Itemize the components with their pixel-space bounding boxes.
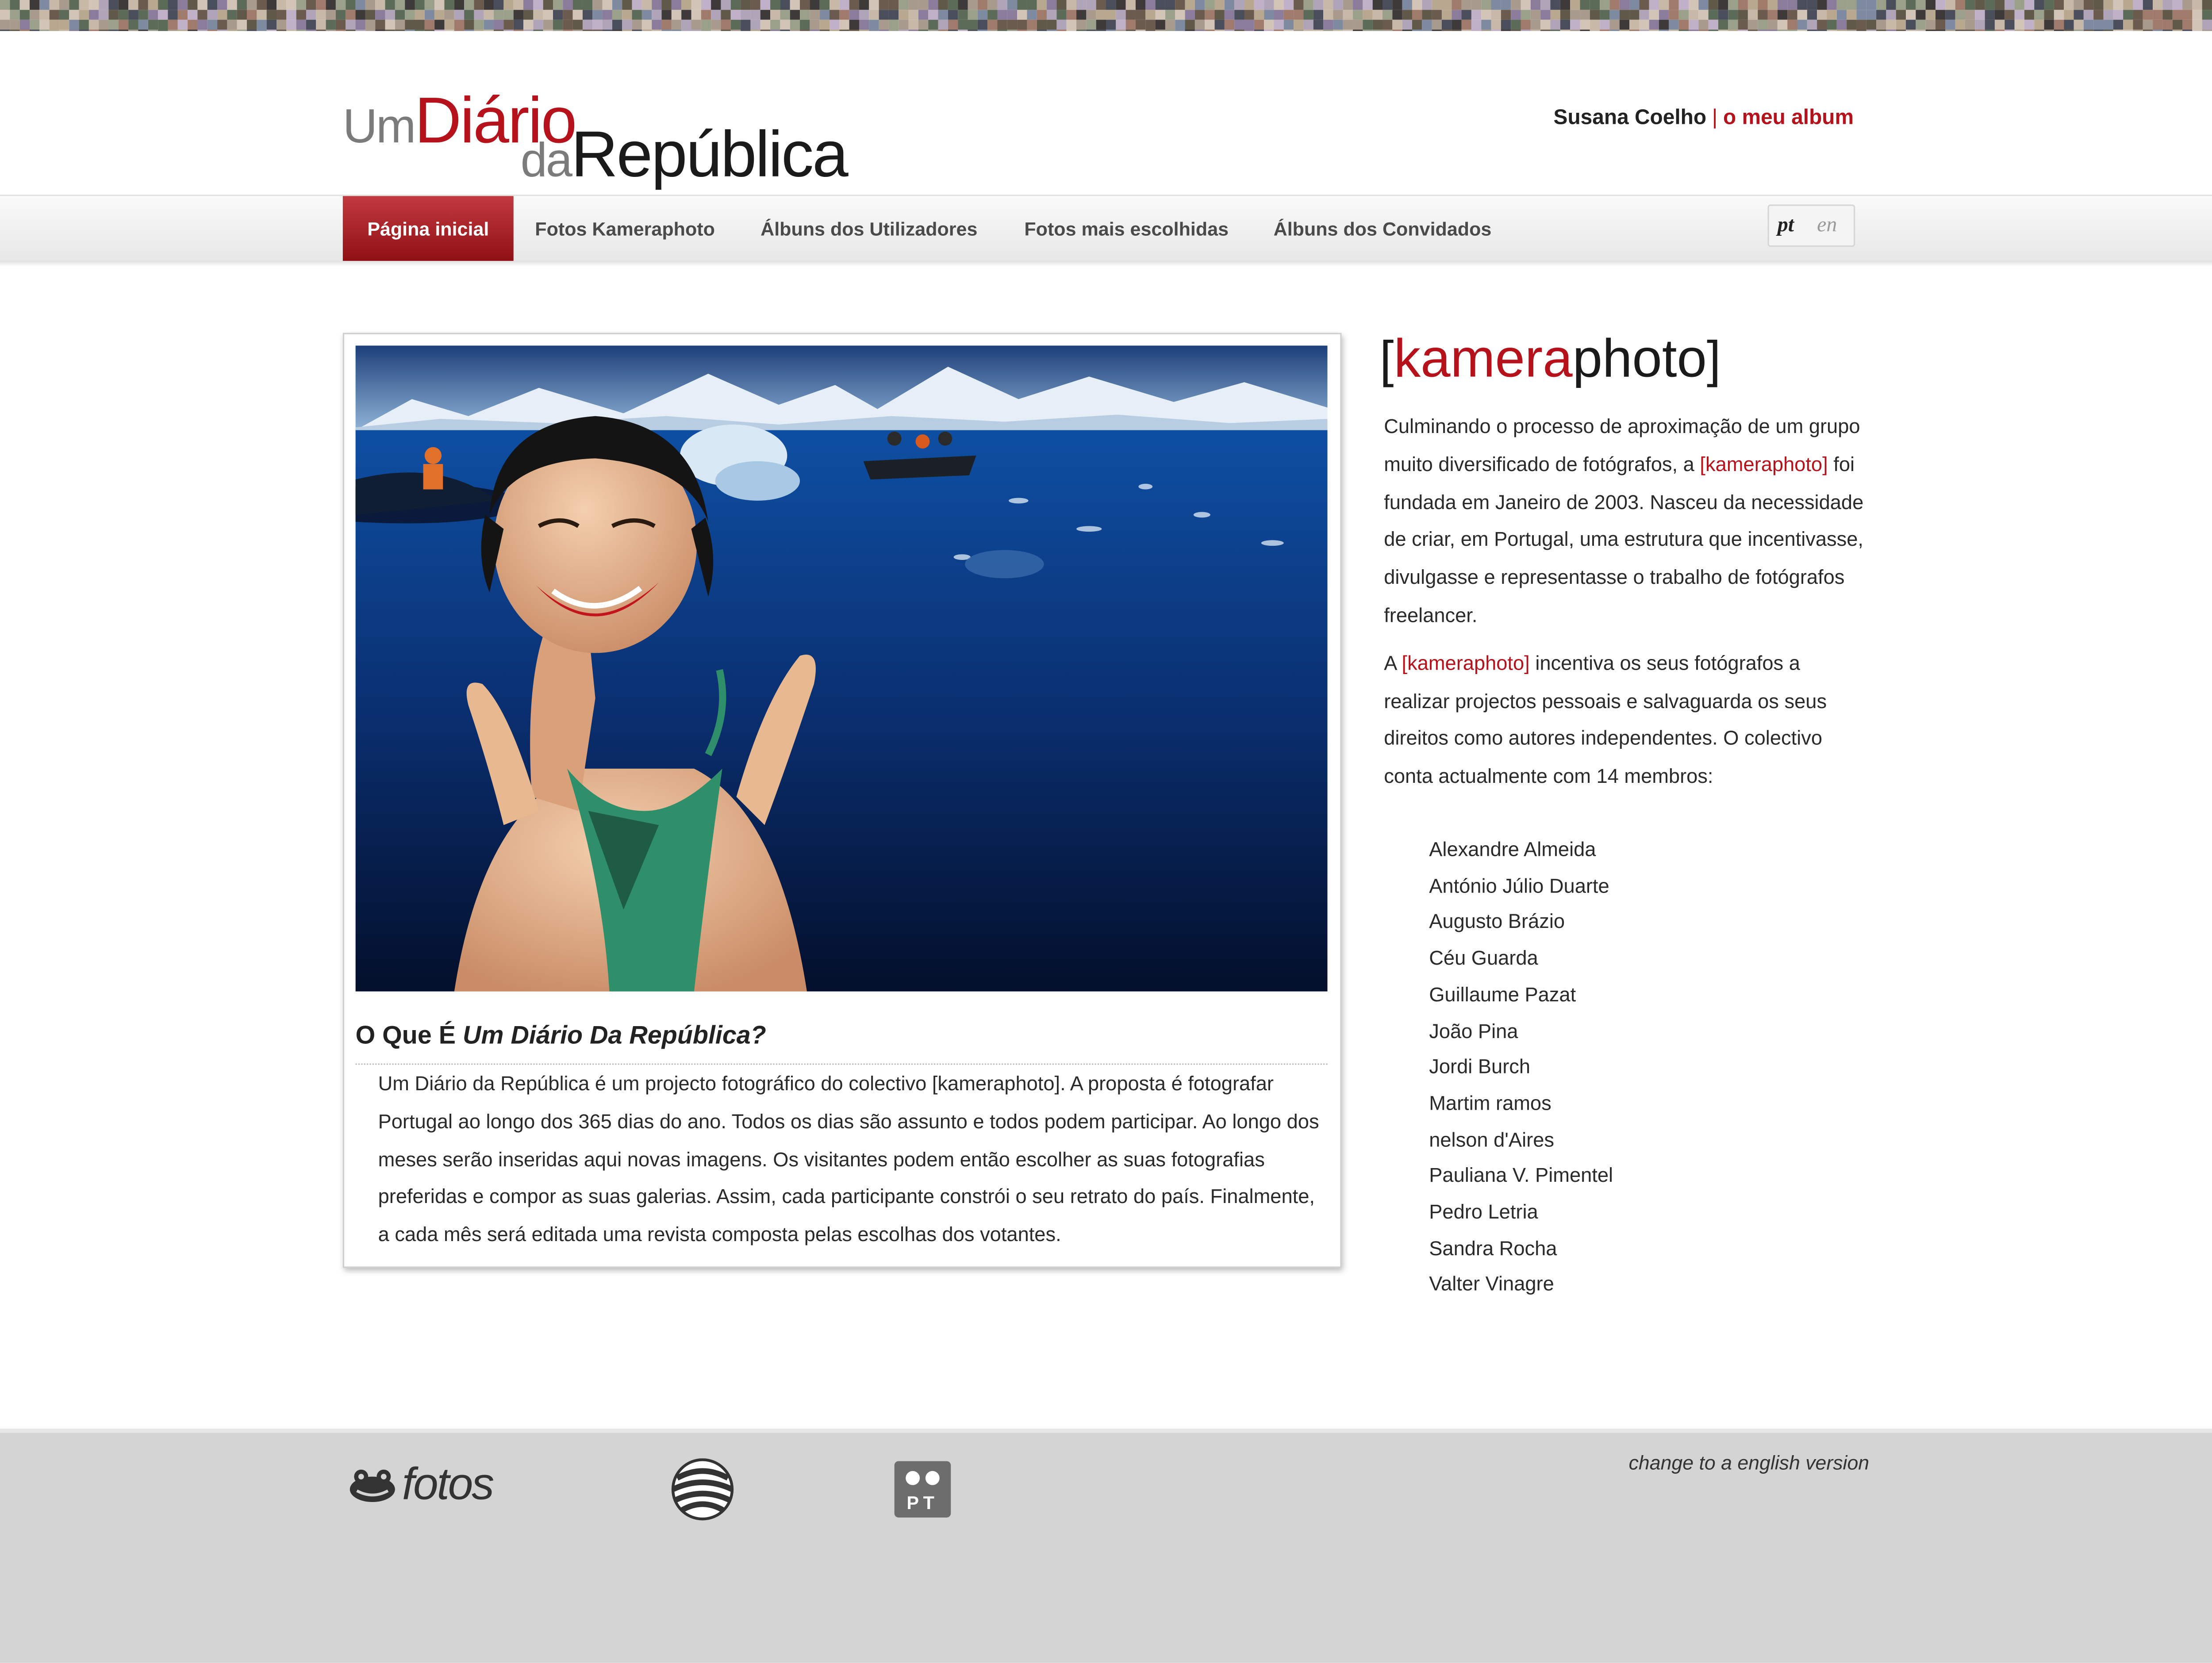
member-item[interactable]: Céu Guarda xyxy=(1429,942,1613,978)
fotos-label: fotos xyxy=(402,1458,494,1509)
member-item[interactable]: Guillaume Pazat xyxy=(1429,978,1613,1015)
logo-part-republica: República xyxy=(571,117,849,191)
member-item[interactable]: Valter Vinagre xyxy=(1429,1268,1613,1305)
header-mosaic-strip xyxy=(0,0,2212,31)
card-title-italic: Um Diário Da República? xyxy=(463,1021,766,1050)
user-box: Susana Coelho | o meu album xyxy=(1554,106,1854,130)
card-title: O Que É Um Diário Da República? xyxy=(355,1021,1328,1065)
member-item[interactable]: António Júlio Duarte xyxy=(1429,870,1613,906)
pt-badge-label: PT xyxy=(906,1492,938,1513)
member-item[interactable]: João Pina xyxy=(1429,1015,1613,1051)
nav-item-fotos-kameraphoto[interactable]: Fotos Kameraphoto xyxy=(519,196,730,261)
nav-item-fotos-mais-escolhidas[interactable]: Fotos mais escolhidas xyxy=(1010,196,1243,261)
user-separator: | xyxy=(1712,106,1718,130)
kameraphoto-logo-open-bracket: [ xyxy=(1379,330,1394,388)
frog-icon xyxy=(349,1469,395,1502)
member-item[interactable]: Alexandre Almeida xyxy=(1429,834,1613,870)
about-paragraph-2: A [kameraphoto] incentiva os seus fotógr… xyxy=(1384,646,1863,797)
kameraphoto-logo-red: kamera xyxy=(1394,330,1573,390)
about-section: Culminando o processo de aproximação de … xyxy=(1384,409,1863,807)
user-name: Susana Coelho xyxy=(1553,106,1707,130)
my-album-link[interactable]: o meu album xyxy=(1723,106,1854,130)
member-item[interactable]: Pauliana V. Pimentel xyxy=(1429,1160,1613,1196)
nav-item-albuns-utilizadores[interactable]: Álbuns dos Utilizadores xyxy=(743,196,995,261)
english-version-link[interactable]: change to a english version xyxy=(1629,1451,1870,1474)
lang-pt-link[interactable]: pt xyxy=(1778,206,1794,245)
kameraphoto-link[interactable]: [kameraphoto] xyxy=(1402,653,1530,675)
member-item[interactable]: Pedro Letria xyxy=(1429,1196,1613,1232)
pt-badge-icon[interactable]: PT xyxy=(894,1461,951,1518)
member-item[interactable]: nelson d'Aires xyxy=(1429,1123,1613,1160)
logo-part-um: Um xyxy=(342,100,416,154)
nav-item-pagina-inicial[interactable]: Página inicial xyxy=(342,196,514,261)
featured-photo[interactable] xyxy=(355,345,1328,992)
nav-item-albuns-convidados[interactable]: Álbuns dos Convidados xyxy=(1260,196,1505,261)
kameraphoto-link[interactable]: [kameraphoto] xyxy=(1700,454,1828,476)
page: UmDiário daRepública Susana Coelho | o meu… xyxy=(0,0,2212,1663)
member-item[interactable]: Jordi Burch xyxy=(1429,1051,1613,1087)
project-description: Um Diário da República é um projecto fot… xyxy=(378,1073,1319,1247)
member-item[interactable]: Martim ramos xyxy=(1429,1087,1613,1123)
member-item[interactable]: Augusto Brázio xyxy=(1429,906,1613,942)
nav-shadow xyxy=(0,261,2212,267)
partner-logo-icon[interactable] xyxy=(668,1458,736,1521)
card-title-prefix: O Que É xyxy=(355,1021,456,1050)
member-list: Alexandre Almeida António Júlio Duarte A… xyxy=(1429,834,1613,1305)
kameraphoto-logo-close-bracket: ] xyxy=(1706,330,1721,388)
logo-part-da: da xyxy=(520,134,572,188)
member-item[interactable]: Sandra Rocha xyxy=(1429,1232,1613,1268)
kameraphoto-logo[interactable]: [kameraphoto] xyxy=(1380,333,1721,387)
main-nav: Página inicial Fotos Kameraphoto Álbuns … xyxy=(0,195,2212,263)
about-p1-text-after: foi fundada em Janeiro de 2003. Nasceu d… xyxy=(1384,454,1864,628)
footer xyxy=(0,1429,2212,1663)
about-paragraph-1: Culminando o processo de aproximação de … xyxy=(1384,409,1863,636)
about-p2-text-before: A xyxy=(1384,652,1396,675)
lang-en-link[interactable]: en xyxy=(1817,206,1837,245)
language-switch: pt en xyxy=(1767,204,1855,247)
site-logo[interactable]: UmDiário daRepública xyxy=(343,88,893,186)
kameraphoto-logo-black: photo xyxy=(1572,330,1707,390)
